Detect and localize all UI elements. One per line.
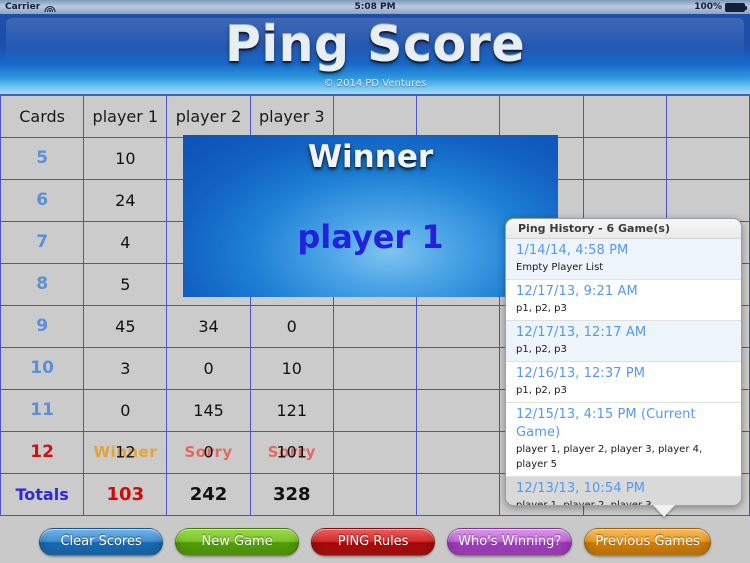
score-cell[interactable]: 3 — [83, 346, 168, 390]
new-game-button[interactable]: New Game — [175, 527, 300, 556]
score-cell[interactable] — [665, 178, 750, 222]
total-cell: 242 — [166, 472, 251, 516]
popover-arrow-icon — [653, 505, 675, 517]
score-cell[interactable]: 0 — [83, 388, 168, 432]
score-value: 12 — [115, 442, 136, 462]
total-cell: 103 — [83, 472, 168, 516]
score-cell[interactable]: 10 — [249, 346, 334, 390]
bottom-button-bar: Clear Scores New Game PING Rules Who's Winn… — [0, 520, 750, 563]
card-count-cell: 11 — [0, 388, 85, 432]
card-count-cell: 9 — [0, 304, 85, 348]
ping-score-app: Carrier 5:08 PM 100% Ping Score © 2014 P… — [0, 0, 750, 563]
column-header-empty-8[interactable] — [665, 96, 750, 138]
column-header-cards[interactable]: Cards — [0, 96, 85, 138]
copyright-notice: © 2014 PD Ventures — [323, 78, 427, 89]
card-count-cell: 8 — [0, 262, 85, 306]
score-cell[interactable] — [416, 388, 501, 432]
app-header-banner: Ping Score © 2014 PD Ventures — [0, 14, 750, 96]
totals-label: Totals — [0, 472, 85, 516]
previous-games-button[interactable]: Previous Games — [584, 527, 711, 556]
score-cell[interactable]: 4 — [83, 220, 168, 264]
score-cell[interactable] — [416, 430, 501, 474]
column-header-player-3[interactable]: player 3 — [249, 96, 334, 138]
column-header-player-2[interactable]: player 2 — [166, 96, 251, 138]
battery-full-icon — [725, 2, 747, 12]
history-game-date: 12/17/13, 12:17 AM — [516, 325, 647, 340]
score-value: 0 — [203, 442, 214, 462]
score-cell[interactable]: Sorry 101 — [249, 430, 334, 474]
winner-overlay-panel[interactable]: Winner player 1 — [183, 135, 558, 297]
score-cell[interactable]: 10 — [83, 136, 168, 180]
score-cell[interactable] — [416, 346, 501, 390]
history-game-players: player 1, player 2, player 3, player 4, … — [516, 444, 703, 470]
history-game-date: 12/16/13, 12:37 PM — [516, 366, 646, 381]
score-cell[interactable]: Sorry 0 — [166, 430, 251, 474]
score-cell[interactable]: 45 — [83, 304, 168, 348]
history-game-date: 12/17/13, 9:21 AM — [516, 284, 638, 299]
list-item[interactable]: 12/17/13, 9:21 AM p1, p2, p3 — [506, 280, 741, 321]
score-cell[interactable]: Winner 12 — [83, 430, 168, 474]
score-cell[interactable]: 0 — [249, 304, 334, 348]
score-cell[interactable] — [332, 388, 418, 432]
card-count-cell: 12 — [0, 430, 85, 474]
score-cell[interactable] — [582, 136, 667, 180]
score-cell[interactable] — [665, 136, 750, 180]
list-item[interactable]: 12/17/13, 12:17 AM p1, p2, p3 — [506, 321, 741, 362]
card-count-cell: 6 — [0, 178, 85, 222]
ping-history-list[interactable]: 1/14/14, 4:58 PM Empty Player List 12/17/1… — [506, 239, 741, 506]
score-cell[interactable]: 145 — [166, 388, 251, 432]
score-cell[interactable]: 5 — [83, 262, 168, 306]
ping-history-popover[interactable]: Ping History - 6 Game(s) 1/14/14, 4:58 P… — [505, 218, 742, 506]
score-value: 101 — [276, 442, 308, 462]
score-cell[interactable]: 24 — [83, 178, 168, 222]
history-game-players: Empty Player List — [516, 262, 604, 273]
card-count-cell: 5 — [0, 136, 85, 180]
ping-history-title: Ping History - 6 Game(s) — [506, 219, 741, 239]
score-cell[interactable]: 121 — [249, 388, 334, 432]
score-cell[interactable] — [582, 178, 667, 222]
score-cell[interactable] — [332, 430, 418, 474]
history-game-date: 1/14/14, 4:58 PM — [516, 243, 629, 258]
list-item[interactable]: 12/16/13, 12:37 PM p1, p2, p3 — [506, 362, 741, 403]
score-cell[interactable]: 34 — [166, 304, 251, 348]
score-cell[interactable] — [332, 346, 418, 390]
score-cell[interactable] — [332, 304, 418, 348]
list-item[interactable]: 12/15/13, 4:15 PM (Current Game) player 1… — [506, 403, 741, 477]
status-bar-clock: 5:08 PM — [354, 2, 396, 12]
card-count-cell: 7 — [0, 220, 85, 264]
history-game-date: 12/15/13, 4:15 PM (Current Game) — [516, 407, 696, 440]
winner-player-name: player 1 — [297, 218, 444, 256]
history-game-players: player 1, player 2, player 3 — [516, 500, 652, 506]
list-item[interactable]: 12/13/13, 10:54 PM player 1, player 2, pl… — [506, 477, 741, 506]
clear-scores-button[interactable]: Clear Scores — [39, 527, 164, 556]
page-title: Ping Score — [224, 16, 526, 73]
history-game-players: p1, p2, p3 — [516, 303, 567, 314]
score-cell[interactable]: 0 — [166, 346, 251, 390]
total-cell — [416, 472, 501, 516]
score-cell[interactable] — [416, 304, 501, 348]
history-game-players: p1, p2, p3 — [516, 385, 567, 396]
history-game-date: 12/13/13, 10:54 PM — [516, 481, 646, 496]
column-header-empty-7[interactable] — [582, 96, 667, 138]
column-header-player-1[interactable]: player 1 — [83, 96, 168, 138]
column-header-empty-6[interactable] — [499, 96, 584, 138]
list-item[interactable]: 1/14/14, 4:58 PM Empty Player List — [506, 239, 741, 280]
card-count-cell: 10 — [0, 346, 85, 390]
whos-winning-button[interactable]: Who's Winning? — [447, 527, 573, 556]
ios-status-bar: Carrier 5:08 PM 100% — [0, 0, 750, 14]
table-header-row: Cards player 1 player 2 player 3 — [0, 96, 750, 138]
winner-heading: Winner — [307, 139, 434, 175]
total-cell: 328 — [249, 472, 334, 516]
ping-rules-button[interactable]: PING Rules — [311, 527, 436, 556]
total-cell — [332, 472, 418, 516]
column-header-empty-4[interactable] — [332, 96, 418, 138]
column-header-empty-5[interactable] — [416, 96, 501, 138]
history-game-players: p1, p2, p3 — [516, 344, 567, 355]
